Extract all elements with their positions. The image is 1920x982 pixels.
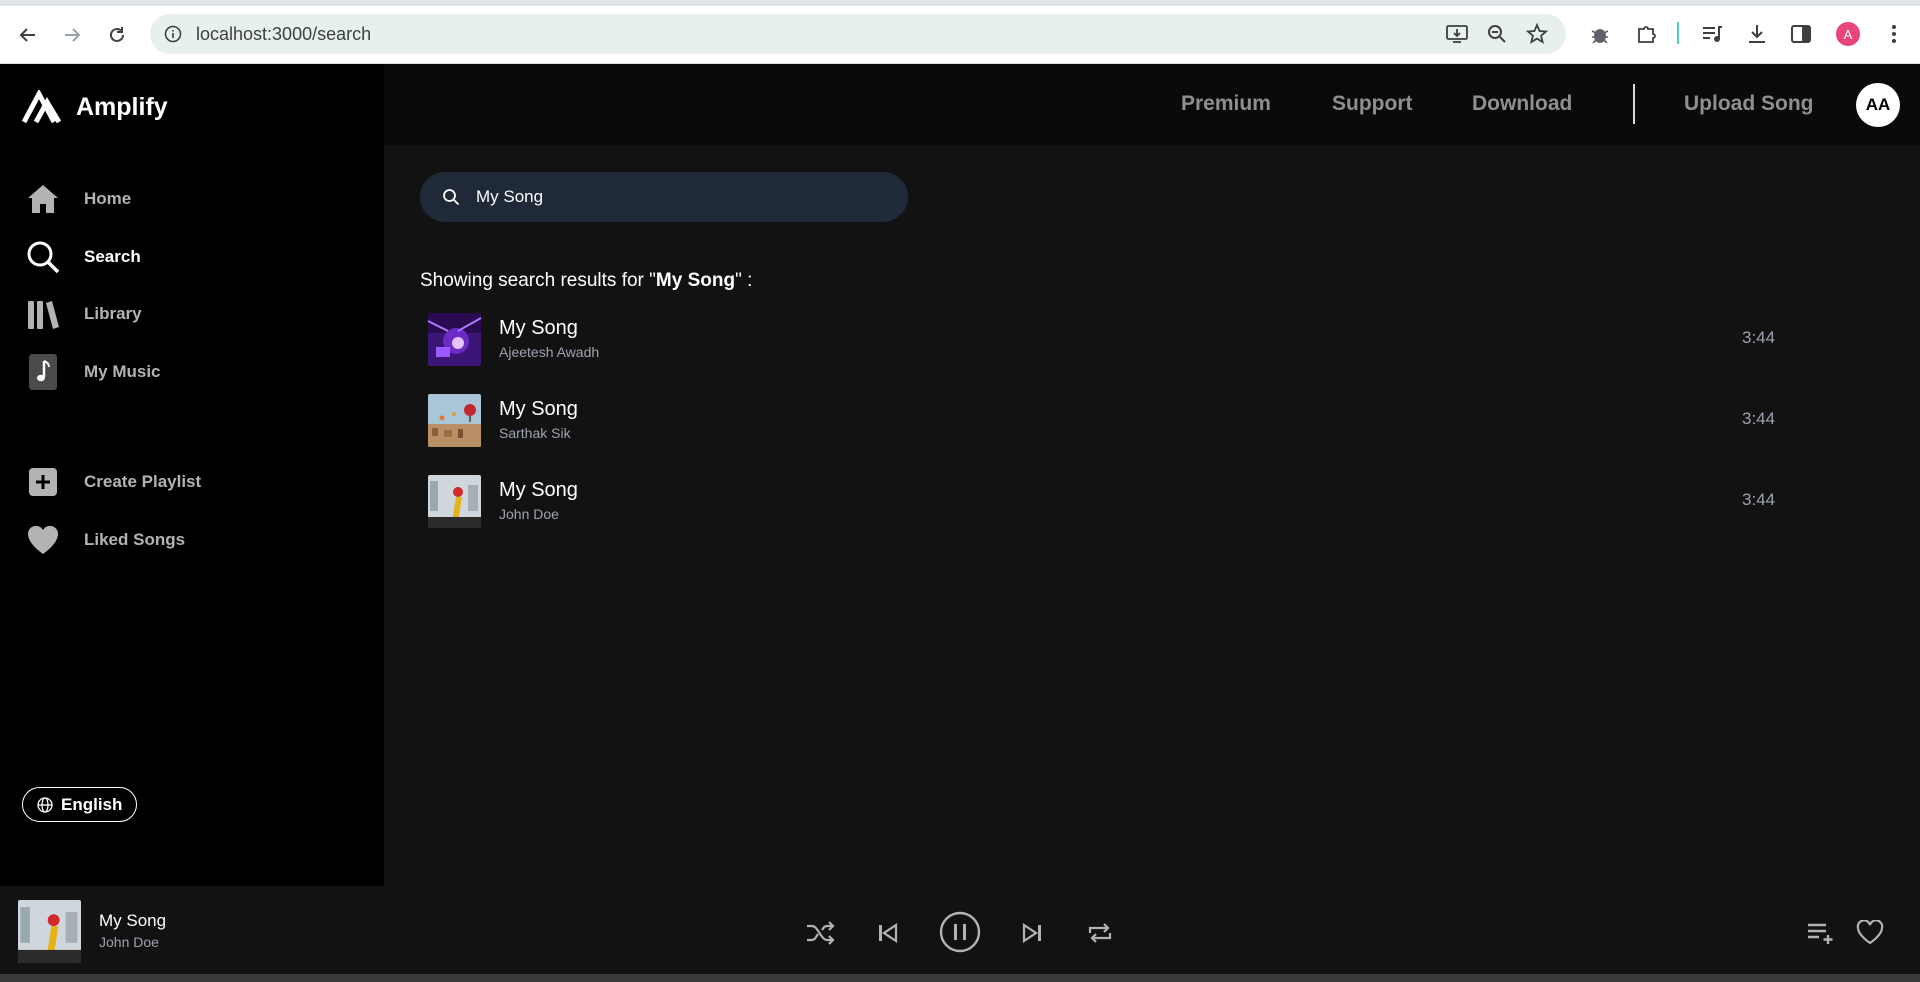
music-player-bar: My Song John Doe bbox=[0, 886, 1920, 982]
liked-songs-button[interactable]: Liked Songs bbox=[24, 520, 185, 560]
queue-add-icon bbox=[1808, 923, 1833, 944]
brand-logo-link[interactable]: Amplify bbox=[22, 90, 168, 124]
results-suffix: " : bbox=[735, 270, 753, 291]
song-duration: 3:44 bbox=[1742, 328, 1776, 347]
heart-outline-icon bbox=[1856, 920, 1884, 945]
library-icon bbox=[24, 295, 62, 333]
search-input[interactable] bbox=[476, 184, 876, 210]
sidebar-item-label: Home bbox=[84, 189, 132, 208]
song-cover-image bbox=[428, 394, 481, 447]
like-button[interactable] bbox=[1854, 917, 1886, 949]
download-link[interactable]: Download bbox=[1472, 92, 1572, 116]
zoom-icon[interactable] bbox=[1487, 24, 1507, 44]
add-to-queue-button[interactable] bbox=[1804, 917, 1838, 949]
site-info-icon[interactable] bbox=[164, 25, 182, 43]
back-button[interactable] bbox=[12, 19, 44, 51]
song-duration: 3:44 bbox=[1742, 490, 1776, 509]
topbar-divider bbox=[1633, 84, 1635, 124]
bookmark-star-icon[interactable] bbox=[1526, 23, 1548, 45]
address-bar[interactable]: localhost:3000/search bbox=[150, 14, 1566, 54]
shuffle-button[interactable] bbox=[804, 917, 836, 949]
extension-bug-icon[interactable] bbox=[1586, 20, 1614, 48]
media-control-icon[interactable] bbox=[1698, 20, 1726, 48]
player-bottom-edge bbox=[0, 974, 1920, 982]
now-playing-artist: John Doe bbox=[99, 934, 159, 950]
results-heading: Showing search results for "My Song" : bbox=[420, 270, 752, 292]
main-content: Showing search results for "My Song" : M… bbox=[384, 145, 1920, 886]
results-prefix: Showing search results for " bbox=[420, 270, 656, 291]
forward-button[interactable] bbox=[56, 19, 88, 51]
language-label: English bbox=[61, 794, 123, 814]
sidebar: Amplify Home Search Library My Music Cre… bbox=[0, 64, 384, 886]
reload-button[interactable] bbox=[101, 19, 133, 51]
next-button[interactable] bbox=[1016, 917, 1048, 949]
results-query: My Song bbox=[655, 270, 736, 291]
browser-profile-avatar[interactable]: A bbox=[1836, 22, 1860, 46]
support-link[interactable]: Support bbox=[1332, 92, 1412, 116]
song-cover-image bbox=[428, 313, 481, 366]
sidebar-item-my-music[interactable]: My Music bbox=[24, 352, 161, 392]
reload-icon bbox=[110, 27, 124, 42]
forward-arrow-icon bbox=[65, 28, 81, 42]
downloads-icon[interactable] bbox=[1743, 20, 1771, 48]
repeat-button[interactable] bbox=[1084, 917, 1116, 949]
plus-box-icon bbox=[24, 463, 62, 501]
extensions-puzzle-icon[interactable] bbox=[1632, 20, 1660, 48]
heart-icon bbox=[24, 521, 62, 559]
tab-strip bbox=[0, 0, 1920, 6]
url-text: localhost:3000/search bbox=[196, 23, 372, 44]
sidebar-item-label: My Music bbox=[84, 362, 161, 381]
skip-previous-icon bbox=[879, 922, 898, 944]
song-artist[interactable]: Sarthak Sik bbox=[499, 425, 571, 441]
brand-name: Amplify bbox=[76, 92, 168, 121]
song-duration: 3:44 bbox=[1742, 409, 1776, 428]
song-title: My Song bbox=[499, 317, 578, 339]
sidebar-item-home[interactable]: Home bbox=[24, 179, 131, 219]
side-panel-icon[interactable] bbox=[1787, 20, 1815, 48]
globe-icon bbox=[37, 796, 53, 813]
install-app-icon[interactable] bbox=[1446, 24, 1468, 44]
song-artist[interactable]: Ajeetesh Awadh bbox=[499, 344, 599, 360]
pause-icon bbox=[939, 911, 981, 953]
top-navbar: Premium Support Download Upload Song AA bbox=[384, 64, 1920, 145]
song-title: My Song bbox=[499, 479, 578, 501]
language-button[interactable]: English bbox=[22, 787, 138, 822]
browser-toolbar: localhost:3000/search A bbox=[0, 0, 1920, 64]
browser-menu-icon[interactable] bbox=[1880, 20, 1908, 48]
sidebar-item-library[interactable]: Library bbox=[24, 294, 142, 334]
skip-next-icon bbox=[1022, 922, 1041, 944]
now-playing-title: My Song bbox=[99, 911, 167, 930]
sidebar-item-label: Liked Songs bbox=[84, 530, 186, 549]
back-arrow-icon bbox=[19, 28, 35, 42]
song-row[interactable]: My Song Ajeetesh Awadh 3:44 bbox=[428, 313, 1848, 369]
repeat-icon bbox=[1088, 923, 1112, 943]
sidebar-item-label: Library bbox=[84, 304, 142, 323]
song-artist[interactable]: John Doe bbox=[499, 506, 559, 522]
search-icon bbox=[24, 238, 62, 276]
sidebar-item-label: Search bbox=[84, 247, 141, 266]
previous-button[interactable] bbox=[872, 917, 904, 949]
search-bar bbox=[420, 172, 908, 222]
toolbar-separator bbox=[1677, 22, 1679, 44]
now-playing-cover bbox=[18, 900, 81, 963]
music-note-icon bbox=[24, 353, 62, 391]
song-title: My Song bbox=[499, 398, 578, 420]
song-cover-image bbox=[428, 475, 481, 528]
search-input-icon bbox=[443, 189, 460, 206]
premium-link[interactable]: Premium bbox=[1181, 92, 1271, 116]
sidebar-item-label: Create Playlist bbox=[84, 472, 202, 491]
song-row[interactable]: My Song John Doe 3:44 bbox=[428, 475, 1848, 531]
shuffle-icon bbox=[807, 921, 835, 945]
sidebar-item-search[interactable]: Search bbox=[24, 237, 141, 277]
create-playlist-button[interactable]: Create Playlist bbox=[24, 462, 201, 502]
amplify-logo-icon bbox=[22, 90, 62, 124]
home-icon bbox=[24, 180, 62, 218]
upload-song-link[interactable]: Upload Song bbox=[1684, 92, 1814, 116]
song-row[interactable]: My Song Sarthak Sik 3:44 bbox=[428, 394, 1848, 450]
user-avatar[interactable]: AA bbox=[1856, 83, 1900, 127]
play-pause-button[interactable] bbox=[938, 910, 982, 954]
